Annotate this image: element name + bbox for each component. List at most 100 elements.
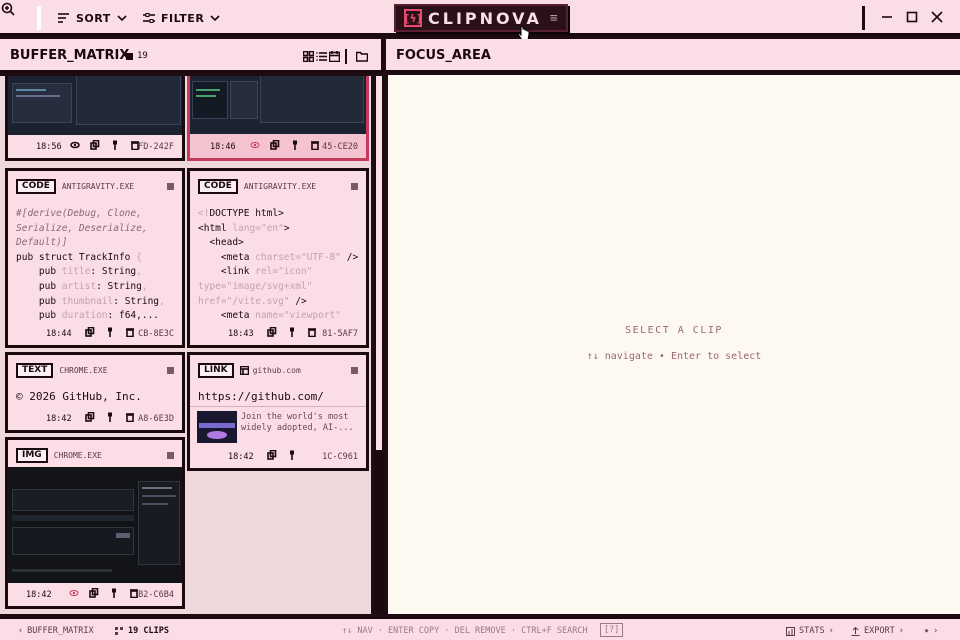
app-logo[interactable]: [ϟ] CLIPNOVA ≡ xyxy=(394,4,568,32)
copy-icon[interactable] xyxy=(267,327,277,337)
stats-icon xyxy=(786,626,795,636)
calendar-icon[interactable] xyxy=(329,51,340,62)
back-button[interactable]: ‹ BUFFER_MATRIX xyxy=(18,626,94,636)
focus-area: SELECT A CLIP ↑↓ navigate • Enter to sel… xyxy=(388,75,960,614)
maximize-icon[interactable] xyxy=(905,10,919,24)
trash-icon[interactable] xyxy=(125,412,135,422)
type-badge: CODE xyxy=(198,179,238,194)
card-footer: 18:42 1C-C961 xyxy=(190,444,366,468)
pin-icon[interactable] xyxy=(110,140,120,150)
panel-title: BUFFER_MATRIX xyxy=(10,48,130,63)
app-name: CLIPNOVA xyxy=(428,8,542,28)
empty-state-hint: ↑↓ navigate • Enter to select xyxy=(586,351,762,362)
copy-icon[interactable] xyxy=(89,588,99,598)
clip-id: FD-242F xyxy=(138,142,174,152)
minimize-icon[interactable] xyxy=(880,10,894,24)
source-app: CHROME.EXE xyxy=(53,451,102,460)
pin-icon[interactable] xyxy=(109,588,119,598)
settings-button[interactable]: ✷ › xyxy=(924,626,938,636)
empty-state-title: SELECT A CLIP xyxy=(625,325,723,336)
clip-time: 18:56 xyxy=(36,142,62,152)
clip-card[interactable]: TEXT CHROME.EXE © 2026 GitHub, Inc. 18:4… xyxy=(5,352,185,433)
card-footer: 18:56 FD-242F xyxy=(8,134,182,158)
pin-indicator xyxy=(167,183,174,190)
stats-button[interactable]: STATS › xyxy=(786,626,834,636)
clips-label: 19 CLIPS xyxy=(128,626,169,636)
sort-button[interactable]: SORT xyxy=(58,9,127,27)
clip-id: 45-CE20 xyxy=(322,142,358,152)
clip-time: 18:42 xyxy=(26,590,52,600)
chevron-down-icon xyxy=(117,15,127,22)
clip-time: 18:42 xyxy=(228,452,254,462)
stats-label: STATS xyxy=(799,626,825,636)
buffer-matrix-header: BUFFER_MATRIX 19 xyxy=(0,39,384,73)
filter-button[interactable]: FILTER xyxy=(143,9,220,27)
clip-id: CB-8E3C xyxy=(138,329,174,339)
export-label: EXPORT xyxy=(864,626,895,636)
scrollbar[interactable] xyxy=(374,76,384,614)
type-badge: CODE xyxy=(16,179,56,194)
clip-time: 18:42 xyxy=(46,414,72,424)
chevron-left-icon: ‹ xyxy=(18,626,24,636)
pin-icon[interactable] xyxy=(287,327,297,337)
copy-icon[interactable] xyxy=(267,450,277,460)
trash-icon[interactable] xyxy=(310,140,320,150)
source-app: CHROME.EXE xyxy=(59,366,108,375)
export-button[interactable]: EXPORT › xyxy=(851,626,904,636)
help-button[interactable]: [?] xyxy=(600,623,624,637)
card-footer: 18:42 A8-6E3D xyxy=(8,406,182,430)
type-badge: IMG xyxy=(16,448,48,463)
clip-card[interactable]: 18:56 FD-242F xyxy=(5,76,185,161)
source-app: github.com xyxy=(252,366,301,375)
clip-list[interactable]: 18:56 FD-242F 18:46 45-CE20 CODE ANTIGRA… xyxy=(0,76,371,614)
close-icon[interactable] xyxy=(930,10,944,24)
folder-icon[interactable] xyxy=(356,51,368,62)
clip-card[interactable]: CODE ANTIGRAVITY.EXE <!DOCTYPE html> <ht… xyxy=(187,168,369,348)
eye-icon[interactable] xyxy=(250,140,260,150)
pin-icon[interactable] xyxy=(287,450,297,460)
trash-icon[interactable] xyxy=(125,327,135,337)
screenshot-thumbnail xyxy=(8,76,182,135)
scrollbar-thumb[interactable] xyxy=(376,76,382,450)
gear-icon: ✷ xyxy=(924,626,930,636)
code-preview: <!DOCTYPE html> <html lang="en"> <head> … xyxy=(198,208,359,322)
window-divider xyxy=(862,6,865,30)
clip-card-selected[interactable]: 18:46 45-CE20 xyxy=(187,76,369,161)
trash-icon[interactable] xyxy=(307,327,317,337)
eye-icon[interactable] xyxy=(69,588,79,598)
focus-area-header: FOCUS_AREA xyxy=(386,39,960,73)
pin-icon[interactable] xyxy=(290,140,300,150)
panel-title: FOCUS_AREA xyxy=(396,48,491,63)
clip-card[interactable]: IMG CHROME.EXE 18:42 B2-C6B4 xyxy=(5,437,185,609)
card-footer: 18:42 B2-C6B4 xyxy=(8,582,182,606)
type-badge: TEXT xyxy=(16,363,54,378)
clip-time: 18:44 xyxy=(46,329,72,339)
copy-icon[interactable] xyxy=(90,140,100,150)
header-divider xyxy=(345,49,347,64)
text-preview: © 2026 GitHub, Inc. xyxy=(16,390,142,403)
grid-view-icon[interactable] xyxy=(303,51,314,62)
clip-card[interactable]: LINK github.com https://github.com/ Join… xyxy=(187,352,369,471)
zoom-icon[interactable] xyxy=(0,0,16,18)
pin-icon[interactable] xyxy=(105,412,115,422)
copy-icon[interactable] xyxy=(85,412,95,422)
menu-icon[interactable]: ≡ xyxy=(550,11,558,26)
link-url[interactable]: https://github.com/ xyxy=(198,390,324,403)
list-view-icon[interactable] xyxy=(316,51,327,62)
clip-count-status: 19 CLIPS xyxy=(114,626,169,636)
card-footer: 18:46 45-CE20 xyxy=(190,134,366,158)
copy-icon[interactable] xyxy=(270,140,280,150)
copy-icon[interactable] xyxy=(85,327,95,337)
image-thumbnail xyxy=(8,467,182,583)
screenshot-thumbnail xyxy=(190,76,366,135)
clip-card[interactable]: CODE ANTIGRAVITY.EXE #[derive(Debug, Clo… xyxy=(5,168,185,348)
card-footer: 18:44 CB-8E3C xyxy=(8,321,182,345)
code-preview: #[derive(Debug, Clone, Serialize, Deseri… xyxy=(16,208,165,322)
sort-label: SORT xyxy=(76,11,111,25)
clip-id: B2-C6B4 xyxy=(138,590,174,600)
eye-icon[interactable] xyxy=(70,140,80,150)
web-icon xyxy=(239,366,249,375)
chevron-right-icon: › xyxy=(828,626,834,636)
clips-icon xyxy=(115,627,123,635)
pin-icon[interactable] xyxy=(105,327,115,337)
